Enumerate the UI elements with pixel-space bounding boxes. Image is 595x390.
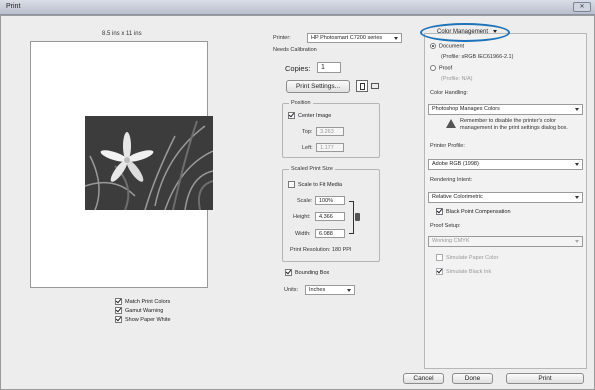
chevron-down-icon	[575, 240, 579, 243]
rendering-intent-label: Rendering Intent:	[430, 177, 473, 183]
warning-text: Remember to disable the printer's color …	[460, 118, 568, 131]
landscape-orientation-icon[interactable]	[370, 82, 381, 91]
checkbox-box[interactable]	[285, 269, 292, 276]
width-label: Width:	[295, 231, 311, 237]
chevron-down-icon	[575, 163, 579, 166]
bounding-box-checkbox[interactable]: Bounding Box	[285, 269, 329, 276]
checkbox-box[interactable]	[288, 181, 295, 188]
proof-profile: (Profile: N/A)	[441, 76, 473, 82]
checkbox-box[interactable]	[115, 298, 122, 305]
title-bar: Print ✕	[0, 0, 595, 15]
printer-select[interactable]: HP Photosmart C7200 series	[307, 33, 402, 43]
proof-setup-select[interactable]: Working CMYK	[428, 236, 583, 247]
print-resolution: Print Resolution: 180 PPI	[290, 247, 352, 253]
copies-label: Copies:	[285, 64, 311, 73]
match-print-colors-checkbox[interactable]: Match Print Colors	[115, 298, 170, 305]
chevron-down-icon	[575, 196, 579, 199]
chevron-down-icon	[492, 29, 497, 33]
printer-profile-label: Printer Profile:	[430, 143, 465, 149]
print-settings-button[interactable]: Print Settings...	[286, 80, 350, 93]
chevron-down-icon	[575, 108, 579, 111]
chevron-down-icon	[394, 37, 398, 40]
printer-status: Needs Calibration	[273, 47, 317, 53]
checkbox-box[interactable]	[436, 208, 443, 215]
warning-icon	[446, 119, 456, 128]
units-label: Units:	[284, 287, 299, 293]
color-handling-select[interactable]: Photoshop Manages Colors	[428, 104, 583, 115]
center-image-checkbox[interactable]: Center Image	[288, 112, 331, 119]
chevron-down-icon	[347, 289, 351, 292]
copies-input[interactable]: 1	[317, 62, 341, 73]
window-title: Print	[6, 3, 21, 10]
document-profile: (Profile: sRGB IEC61966-2.1)	[441, 54, 514, 60]
color-management-dropdown[interactable]: Color Management	[437, 29, 497, 35]
rendering-intent-select[interactable]: Relative Colorimetric	[428, 192, 583, 203]
checkbox-box[interactable]	[288, 112, 295, 119]
checkbox-box[interactable]	[115, 307, 122, 314]
checkbox-box[interactable]	[115, 316, 122, 323]
preview-image	[85, 116, 213, 210]
scale-input[interactable]: 100%	[315, 196, 345, 205]
proof-setup-label: Proof Setup:	[430, 223, 461, 229]
height-label: Height:	[293, 214, 311, 220]
black-point-compensation-checkbox[interactable]: Black Point Compensation	[436, 208, 511, 215]
close-icon[interactable]: ✕	[573, 2, 591, 12]
radio-button[interactable]	[430, 43, 436, 49]
simulate-black-ink-checkbox[interactable]: Simulate Black Ink	[436, 268, 491, 275]
units-select[interactable]: Inches	[305, 285, 355, 295]
checkbox-box[interactable]	[436, 268, 443, 275]
portrait-orientation-icon[interactable]	[356, 80, 368, 92]
paper-size-label: 8.5 ins x 11 ins	[102, 31, 142, 37]
top-input[interactable]: 3.263	[316, 127, 344, 136]
chain-link-icon[interactable]	[355, 213, 360, 221]
radio-button[interactable]	[430, 65, 436, 71]
print-preview	[30, 41, 213, 288]
show-paper-white-checkbox[interactable]: Show Paper White	[115, 316, 171, 323]
link-bracket	[349, 201, 354, 234]
scale-to-fit-checkbox[interactable]: Scale to Fit Media	[288, 181, 342, 188]
checkbox-box[interactable]	[436, 254, 443, 261]
width-input[interactable]: 6.088	[315, 229, 345, 238]
simulate-paper-color-checkbox[interactable]: Simulate Paper Color	[436, 254, 498, 261]
left-label: Left:	[302, 145, 313, 151]
cancel-button[interactable]: Cancel	[403, 373, 444, 384]
position-title: Position	[289, 100, 313, 106]
printer-label: Printer:	[273, 35, 291, 41]
print-button[interactable]: Print	[506, 373, 584, 384]
left-input[interactable]: 1.177	[316, 143, 344, 152]
proof-radio[interactable]: Proof	[430, 65, 452, 71]
done-button[interactable]: Done	[452, 373, 493, 384]
top-label: Top:	[302, 129, 313, 135]
scale-label: Scale:	[297, 198, 313, 204]
document-radio[interactable]: Document	[430, 43, 464, 49]
color-handling-label: Color Handling:	[430, 90, 468, 96]
printer-profile-select[interactable]: Adobe RGB (1998)	[428, 159, 583, 170]
height-input[interactable]: 4.366	[315, 212, 345, 221]
scaled-print-size-title: Scaled Print Size	[289, 166, 335, 172]
gamut-warning-checkbox[interactable]: Gamut Warning	[115, 307, 163, 314]
